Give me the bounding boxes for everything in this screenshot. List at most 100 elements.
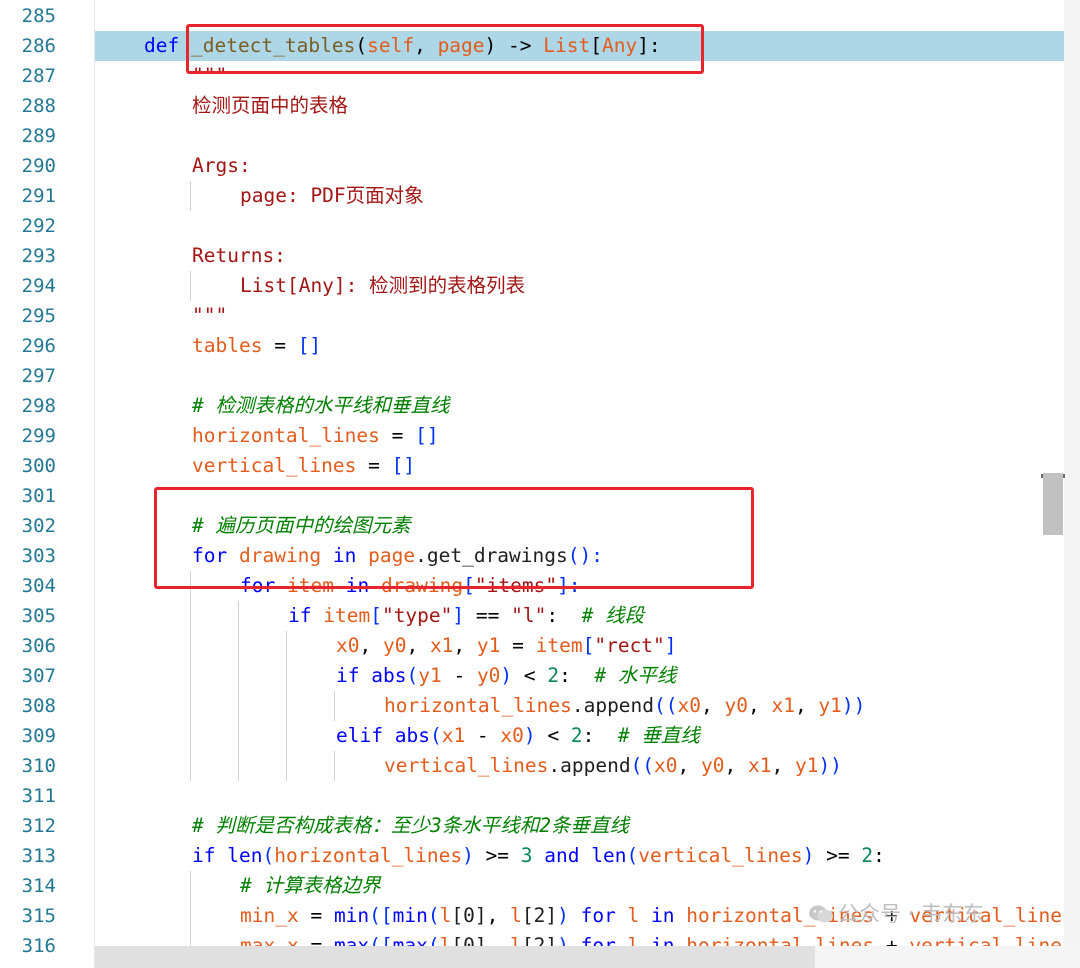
code-token: )	[557, 904, 569, 927]
line-number: 311	[21, 785, 56, 807]
code-editor[interactable]: 285 286 287 288 289 290 291 292 293 294 295 296 297 2…	[0, 0, 1080, 968]
code-token: 3	[520, 844, 533, 867]
code-line[interactable]: if abs(y1 - y0) < 2: # 水平线	[336, 661, 676, 691]
code-token: vertical_lines	[638, 844, 803, 867]
code-line[interactable]: 检测页面中的表格	[192, 91, 348, 121]
code-token: ]	[664, 634, 677, 657]
line-number: 294	[21, 275, 56, 297]
code-token: min	[392, 904, 428, 927]
code-token: horizontal_lines	[192, 424, 380, 447]
line-number: 298	[21, 395, 56, 417]
vertical-scrollbar-thumb[interactable]	[1043, 473, 1063, 535]
code-token: (	[406, 664, 419, 687]
line-number: 307	[21, 665, 56, 687]
code-token: ))	[818, 754, 842, 777]
code-token: # 水平线	[594, 664, 677, 687]
line-number: 313	[21, 845, 56, 867]
code-token: >=	[473, 844, 521, 867]
code-token: []	[297, 334, 322, 357]
code-token: y0	[382, 634, 407, 657]
code-token: ==	[464, 604, 512, 627]
code-token: ,	[486, 904, 511, 927]
code-token: []	[415, 424, 439, 447]
line-number: 286	[21, 35, 56, 57]
line-number: 291	[21, 185, 56, 207]
code-token: List[Any]: 检测到的表格列表	[240, 274, 526, 297]
line-number: 305	[21, 605, 56, 627]
line-number: 300	[21, 455, 56, 477]
code-token: y1	[418, 664, 442, 687]
code-line[interactable]: vertical_lines.append((x0, y0, x1, y1))	[384, 751, 842, 781]
indent-guide	[238, 691, 239, 721]
code-token: tables	[192, 334, 263, 357]
code-token: "l"	[511, 604, 547, 627]
code-line[interactable]: page: PDF页面对象	[240, 181, 424, 211]
code-token: """	[192, 304, 228, 327]
code-token: x1	[429, 634, 454, 657]
code-token: =	[262, 334, 298, 357]
line-number: 310	[21, 755, 56, 777]
indent-guide	[238, 661, 239, 691]
code-token: x0	[677, 694, 701, 717]
code-line[interactable]: horizontal_lines.append((x0, y0, x1, y1)…	[384, 691, 865, 721]
line-number: 293	[21, 245, 56, 267]
code-token: ,	[724, 754, 748, 777]
code-line[interactable]: tables = []	[192, 331, 321, 361]
code-line[interactable]: horizontal_lines = []	[192, 421, 439, 451]
indent-guide	[190, 271, 191, 301]
code-line[interactable]: """	[192, 301, 227, 331]
code-token: # 判断是否构成表格：至少3条水平线和2条垂直线	[192, 814, 629, 837]
code-token: x1	[771, 694, 795, 717]
indent-guide	[190, 661, 191, 691]
code-line[interactable]: # 检测表格的水平线和垂直线	[192, 391, 449, 421]
line-number: 312	[21, 815, 56, 837]
indent-guide	[286, 691, 287, 721]
code-line[interactable]: if item["type"] == "l": # 线段	[288, 601, 644, 631]
indent-guide	[286, 721, 287, 751]
vertical-scrollbar-track[interactable]	[1064, 0, 1080, 968]
code-line[interactable]: vertical_lines = []	[192, 451, 415, 481]
code-token: ([	[369, 904, 393, 927]
code-token: =	[500, 634, 536, 657]
code-token: y0	[724, 694, 748, 717]
code-line[interactable]: List[Any]: 检测到的表格列表	[240, 271, 525, 301]
code-token: vertical_lines	[384, 754, 549, 777]
code-line[interactable]: elif abs(x1 - x0) < 2: # 垂直线	[336, 721, 700, 751]
code-token: x1	[747, 754, 772, 777]
code-token: if	[192, 844, 216, 867]
code-token: ((	[630, 754, 655, 777]
code-line[interactable]: # 判断是否构成表格：至少3条水平线和2条垂直线	[192, 811, 629, 841]
code-token: ))	[841, 694, 866, 717]
code-token: if	[288, 604, 312, 627]
line-number: 295	[21, 305, 56, 327]
code-token: 2	[547, 664, 560, 687]
line-number: 316	[21, 935, 56, 957]
code-token: )	[462, 844, 474, 867]
gutter-divider	[94, 0, 95, 968]
horizontal-scrollbar-track[interactable]	[815, 946, 1080, 968]
code-token: ,	[406, 634, 430, 657]
code-token: len	[227, 844, 263, 867]
code-token: item	[323, 604, 371, 627]
code-token: .append	[571, 694, 655, 717]
horizontal-scrollbar-thumb[interactable]	[95, 946, 815, 968]
code-token: l	[627, 904, 640, 927]
code-token: ,	[453, 634, 477, 657]
code-token: # 线段	[581, 604, 645, 627]
code-token: -	[465, 724, 501, 747]
code-line[interactable]: Args:	[192, 151, 251, 181]
code-line[interactable]: # 计算表格边界	[240, 871, 380, 901]
indent-guide	[190, 901, 191, 931]
code-line[interactable]: if len(horizontal_lines) >= 3 and len(ve…	[192, 841, 885, 871]
code-line[interactable]: x0, y0, x1, y1 = item["rect"]	[336, 631, 677, 661]
code-token: min_x	[240, 904, 299, 927]
code-line[interactable]: Returns:	[192, 241, 286, 271]
indent-guide	[190, 871, 191, 901]
code-token: # 检测表格的水平线和垂直线	[192, 394, 450, 417]
line-number: 304	[21, 575, 56, 597]
line-number: 309	[21, 725, 56, 747]
code-token: ]	[452, 604, 465, 627]
code-token: :	[559, 664, 595, 687]
